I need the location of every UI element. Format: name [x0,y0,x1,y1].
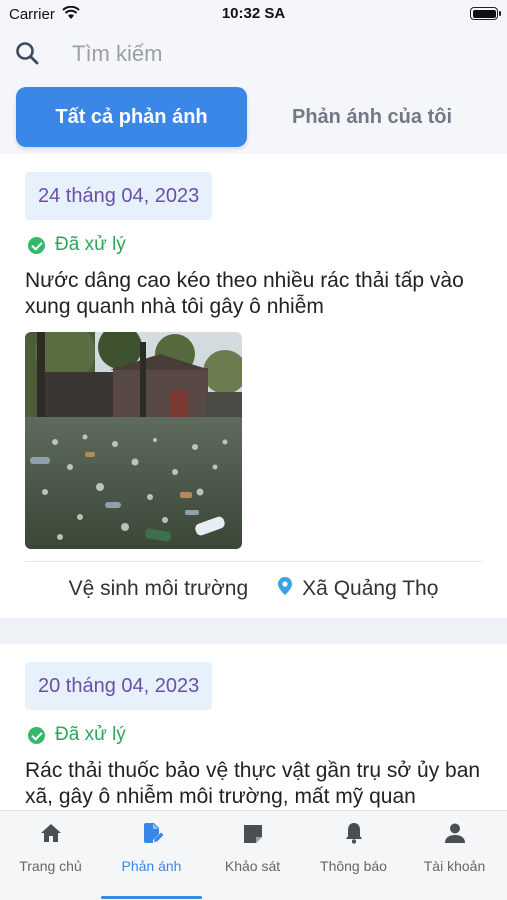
search-bar [0,28,507,80]
nav-item-notifications[interactable]: Thông báo [303,811,404,900]
nav-label: Tài khoản [423,858,486,874]
report-feed[interactable]: 24 tháng 04, 2023 Đã xử lý Nước dâng cao… [0,154,507,810]
check-circle-icon [28,726,45,744]
status-label: Đã xử lý [55,724,126,745]
nav-label: Trang chủ [19,858,82,874]
status-badge: Đã xử lý [28,234,126,256]
report-card[interactable]: 20 tháng 04, 2023 Đã xử lý Rác thải thuố… [0,644,507,810]
nav-label: Thông báo [320,858,387,874]
nav-item-survey[interactable]: Khảo sát [202,811,303,900]
search-input[interactable] [72,36,472,72]
nav-label: Phản ánh [121,858,182,874]
tab-all-reports[interactable]: Tất cả phản ánh [16,87,247,147]
bell-icon [303,821,404,845]
status-badge: Đã xử lý [28,724,126,746]
clock: 10:32 SA [221,5,286,22]
battery-icon [470,7,501,20]
report-date: 20 tháng 04, 2023 [25,662,213,710]
search-icon[interactable] [14,40,42,73]
active-indicator [101,896,202,899]
report-tabs: Tất cả phản ánh Phản ánh của tôi [0,80,507,154]
report-category: Vệ sinh môi trường [68,577,249,600]
survey-icon [202,821,303,845]
status-label: Đã xử lý [55,234,126,255]
home-icon [0,821,101,845]
check-circle-icon [28,236,45,254]
report-meta: Vệ sinh môi trường Xã Quảng Thọ [0,570,507,608]
report-description: Rác thải thuốc bảo vệ thực vật gần trụ s… [25,759,481,808]
report-card[interactable]: 24 tháng 04, 2023 Đã xử lý Nước dâng cao… [0,154,507,618]
report-photo[interactable] [25,332,242,549]
bottom-nav: Trang chủ Phản ánh Khảo sát Thông báo Tà… [0,810,507,900]
divider [25,561,482,562]
nav-item-account[interactable]: Tài khoản [404,811,505,900]
report-location: Xã Quảng Thọ [302,577,439,600]
status-bar: Carrier 10:32 SA [0,0,507,28]
nav-item-reports[interactable]: Phản ánh [101,811,202,900]
nav-label: Khảo sát [224,858,281,874]
tab-my-reports[interactable]: Phản ánh của tôi [258,87,486,147]
location-pin-icon [278,577,293,601]
edit-document-icon [101,821,202,845]
report-description: Nước dâng cao kéo theo nhiều rác thải tấ… [25,269,464,318]
nav-item-home[interactable]: Trang chủ [0,811,101,900]
person-icon [404,821,505,845]
report-date: 24 tháng 04, 2023 [25,172,213,220]
